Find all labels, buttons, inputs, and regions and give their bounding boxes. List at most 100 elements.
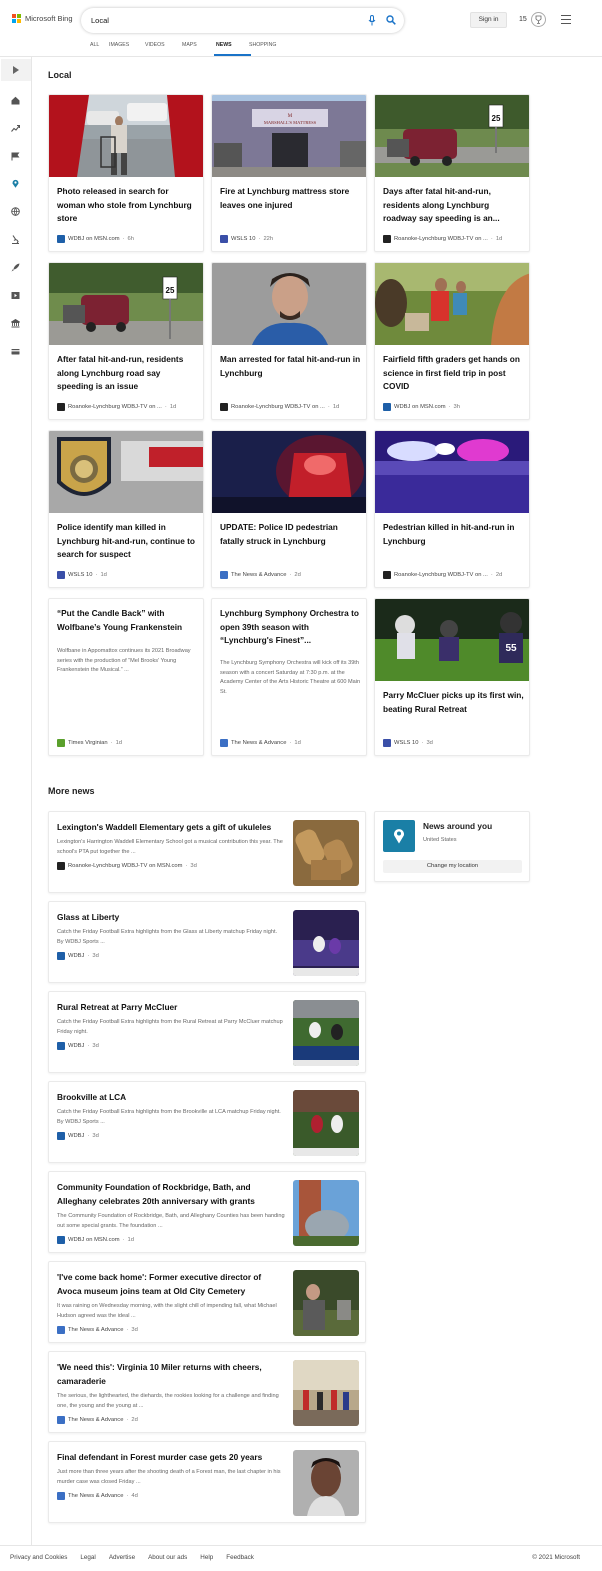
card-title[interactable]: UPDATE: Police ID pedestrian fatally str… [220,521,362,548]
card-title[interactable]: Man arrested for fatal hit-and-run in Ly… [220,353,362,380]
trending-icon[interactable] [11,124,20,133]
news-list-item[interactable]: 'I've come back home': Former executive … [48,1261,366,1343]
card-title[interactable]: Fairfield fifth graders get hands on sci… [383,353,525,394]
footer-link-about-ads[interactable]: About our ads [148,1554,187,1561]
footer-link-help[interactable]: Help [200,1554,213,1561]
source-name: WSLS 10 [231,236,256,242]
card-title[interactable]: “Put the Candle Back” with Wolfbane’s Yo… [57,607,199,634]
card-title[interactable]: Days after fatal hit-and-run, residents … [383,185,525,226]
source-name: WDBJ [68,953,85,959]
card-source: WSLS 10 · 3d [383,739,433,747]
card-title[interactable]: Fire at Lynchburg mattress store leaves … [220,185,362,212]
search-box[interactable]: Local [81,8,404,33]
card-snippet: The Lynchburg Symphony Orchestra will ki… [220,660,361,695]
expand-rail-button[interactable] [1,59,31,81]
rocket-icon[interactable] [11,263,20,272]
news-card[interactable]: Pedestrian killed in hit-and-run in Lync… [374,430,530,588]
card-title[interactable]: Lynchburg Symphony Orchestra to open 39t… [220,607,362,648]
field-trip-photo [375,263,529,345]
card-title[interactable]: After fatal hit-and-run, residents along… [57,353,199,394]
footer-link-advertise[interactable]: Advertise [109,1554,135,1561]
footer-link-feedback[interactable]: Feedback [226,1554,254,1561]
news-list-item[interactable]: Glass at Liberty Catch the Friday Footba… [48,901,366,983]
card-source: WSLS 10 · 1d [57,571,107,579]
science-icon[interactable] [11,235,20,244]
rewards-points[interactable]: 15 [519,16,527,23]
timestamp: 3d [190,863,197,869]
item-title[interactable]: Lexington's Waddell Elementary gets a gi… [57,821,285,835]
brand-name: Microsoft Bing [25,14,73,23]
news-card[interactable]: Police identify man killed in Lynchburg … [48,430,204,588]
tab-news[interactable]: NEWS [214,42,251,56]
news-list-item[interactable]: 'We need this': Virginia 10 Miler return… [48,1351,366,1433]
globe-icon[interactable] [11,207,20,216]
news-card[interactable]: M MARSHALL'S MATTRESS Fire at Lynchburg … [211,94,367,252]
item-title[interactable]: Rural Retreat at Parry McCluer [57,1001,285,1015]
timestamp: 2d [131,1417,138,1423]
news-card[interactable]: Lynchburg Symphony Orchestra to open 39t… [211,598,367,756]
news-list-item[interactable]: Lexington's Waddell Elementary gets a gi… [48,811,366,893]
location-pin-icon[interactable] [11,179,20,188]
item-title[interactable]: Final defendant in Forest murder case ge… [57,1451,285,1465]
item-title[interactable]: Brookville at LCA [57,1091,285,1105]
bing-logo[interactable]: Microsoft Bing [12,14,73,23]
svg-text:M: M [288,114,293,119]
money-icon[interactable] [11,347,20,356]
card-title[interactable]: Parry McCluer picks up its first win, be… [383,689,525,716]
menu-icon[interactable] [561,15,571,27]
category-rail [0,57,32,1545]
card-title[interactable]: Pedestrian killed in hit-and-run in Lync… [383,521,525,548]
flag-icon[interactable] [11,152,20,161]
source-name: WSLS 10 [68,572,93,578]
local-heading: Local [48,70,72,80]
source-name: Roanoke-Lynchburg WDBJ-TV on ... [394,236,488,242]
item-source: The News & Advance · 2d [57,1416,138,1424]
card-title[interactable]: Police identify man killed in Lynchburg … [57,521,199,562]
news-card[interactable]: Man arrested for fatal hit-and-run in Ly… [211,262,367,420]
home-icon[interactable] [11,96,20,105]
news-list-item[interactable]: Brookville at LCA Catch the Friday Footb… [48,1081,366,1163]
news-card[interactable]: Fairfield fifth graders get hands on sci… [374,262,530,420]
news-card[interactable]: 55 Parry McCluer picks up its first win,… [374,598,530,756]
news-card[interactable]: 25 After fatal hit-and-run, residents al… [48,262,204,420]
item-title[interactable]: Glass at Liberty [57,911,285,925]
item-title[interactable]: 'We need this': Virginia 10 Miler return… [57,1361,285,1388]
news-card[interactable]: Photo released in search for woman who s… [48,94,204,252]
video-icon[interactable] [11,291,20,300]
search-input[interactable]: Local [91,16,109,25]
tab-all[interactable]: ALL [90,42,106,56]
sign-in-button[interactable]: Sign in [470,12,507,28]
tab-images[interactable]: IMAGES [109,42,145,56]
news-list-item[interactable]: Rural Retreat at Parry McCluer Catch the… [48,991,366,1073]
wdbj-logo-icon [57,1236,65,1244]
footer-link-legal[interactable]: Legal [80,1554,95,1561]
news-list-item[interactable]: Final defendant in Forest murder case ge… [48,1441,366,1523]
politics-icon[interactable] [11,319,20,328]
card-source: WDBJ on MSN.com · 6h [57,235,134,243]
microphone-icon[interactable] [368,15,376,26]
football-highlight-thumbnail [293,910,359,976]
item-title[interactable]: 'I've come back home': Former executive … [57,1271,285,1298]
news-list-item[interactable]: Community Foundation of Rockbridge, Bath… [48,1171,366,1253]
news-card[interactable]: 25 Days after fatal hit-and-run, residen… [374,94,530,252]
tab-maps[interactable]: MAPS [182,42,216,56]
search-icon[interactable] [386,15,396,25]
item-snippet: Catch the Friday Football Extra highligh… [57,1109,281,1125]
card-source: WDBJ on MSN.com · 3h [383,403,460,411]
rewards-trophy-icon[interactable] [531,12,546,27]
footer-link-privacy[interactable]: Privacy and Cookies [10,1554,67,1561]
item-source: The News & Advance · 3d [57,1326,138,1334]
card-title[interactable]: Photo released in search for woman who s… [57,185,199,226]
card-source: Times Virginian · 1d [57,739,122,747]
foundation-sign-thumbnail [293,1180,359,1246]
source-name: Times Virginian [68,740,108,746]
timestamp: 1d [495,236,503,242]
item-title[interactable]: Community Foundation of Rockbridge, Bath… [57,1181,285,1208]
change-location-button[interactable]: Change my location [383,860,522,873]
item-snippet: Lexington's Harrington Waddell Elementar… [57,839,283,855]
tab-videos[interactable]: VIDEOS [145,42,182,56]
news-card[interactable]: UPDATE: Police ID pedestrian fatally str… [211,430,367,588]
tab-shopping[interactable]: SHOPPING [249,42,289,56]
news-card[interactable]: “Put the Candle Back” with Wolfbane’s Yo… [48,598,204,756]
item-snippet: The Community Foundation of Rockbridge, … [57,1213,285,1229]
